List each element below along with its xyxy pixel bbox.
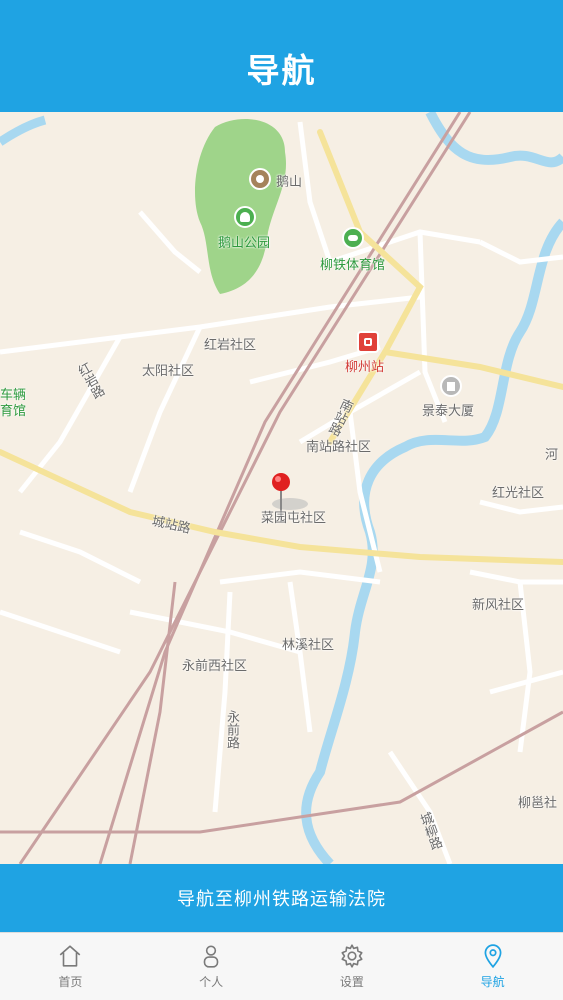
map-view[interactable]: 鹅山 鹅山公园 柳铁体育馆 红岩社区 太阳社区 红岩路 车辆 育馆 柳州站 南站… (0, 112, 563, 864)
map-label-taiyang-community: 太阳社区 (142, 364, 195, 379)
tab-navigation-label: 导航 (480, 975, 505, 989)
tab-personal-label: 个人 (199, 975, 224, 989)
map-label-nanzhan-community: 南站路社区 (306, 440, 372, 455)
header: 导航 (0, 0, 563, 112)
mountain-poi-icon[interactable] (249, 168, 271, 190)
person-icon (203, 945, 219, 968)
tab-personal[interactable]: 个人 (141, 933, 282, 1000)
location-pin-icon (484, 944, 502, 969)
navigate-to-court-button[interactable]: 导航至柳州铁路运输法院 (0, 864, 563, 932)
tab-navigation[interactable]: 导航 (422, 933, 563, 1000)
tab-home-label: 首页 (58, 975, 83, 989)
tree-icon[interactable] (234, 206, 256, 228)
map-label-xinfeng-community: 新风社区 (472, 598, 525, 613)
tab-settings[interactable]: 设置 (282, 933, 423, 1000)
building-icon[interactable] (440, 375, 462, 397)
tab-home[interactable]: 首页 (0, 933, 141, 1000)
map-canvas (0, 112, 563, 864)
tab-settings-label: 设置 (339, 975, 364, 989)
bottom-tab-bar: 首页 个人 设置 导航 (0, 932, 563, 1000)
map-label-eshan-park: 鹅山公园 (218, 236, 271, 251)
river-main (301, 218, 563, 864)
map-label-he: 河 (545, 448, 559, 463)
river-nw (0, 115, 47, 146)
map-label-yongqian-road: 永前路 (224, 710, 239, 749)
train-station-icon[interactable] (357, 331, 379, 353)
map-label-linxi-community: 林溪社区 (282, 638, 335, 653)
map-label-hongyan-community: 红岩社区 (204, 338, 257, 353)
gear-icon (341, 944, 363, 968)
map-label-hongguang-community: 红光社区 (492, 486, 545, 501)
map-label-liushan-community: 柳邕社 (518, 796, 558, 811)
map-label-eshan: 鹅山 (276, 175, 303, 190)
map-label-liutie-gym: 柳铁体育馆 (320, 258, 386, 273)
page-title: 导航 (246, 51, 317, 90)
map-label-jingtai-building: 景泰大厦 (422, 404, 475, 419)
map-label-liuzhou-station: 柳州站 (345, 360, 385, 375)
home-icon (60, 945, 81, 967)
navigate-button-label: 导航至柳州铁路运输法院 (177, 889, 386, 910)
map-label-caiyuantun-community: 菜园屯社区 (261, 511, 327, 526)
map-label-yongnanxi-community: 永前西社区 (182, 659, 248, 674)
river (425, 112, 563, 168)
gym-icon[interactable] (342, 227, 364, 249)
map-label-chexiang-2: 育馆 (0, 404, 27, 419)
